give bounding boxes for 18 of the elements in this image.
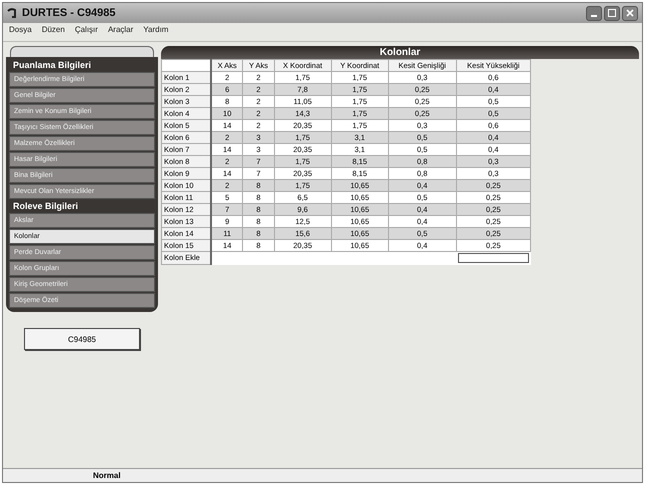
close-button[interactable] bbox=[622, 6, 638, 20]
building-button[interactable]: C94985 bbox=[24, 328, 140, 350]
maximize-button[interactable] bbox=[604, 6, 620, 20]
minimize-button[interactable] bbox=[586, 6, 602, 20]
menu-item[interactable]: Yardım bbox=[143, 25, 168, 39]
group-header: Roleve Bilgileri bbox=[12, 200, 80, 212]
window-title: DURTES - C94985 bbox=[22, 7, 116, 19]
new-cell-field[interactable] bbox=[458, 253, 528, 263]
panel-header: Kolonlar bbox=[161, 46, 639, 59]
maximize-icon bbox=[608, 9, 616, 17]
menu-item[interactable]: Çalışır bbox=[74, 25, 98, 39]
close-icon bbox=[626, 9, 634, 17]
group-header: Puanlama Bilgileri bbox=[12, 59, 92, 71]
status-text: Normal bbox=[93, 471, 121, 480]
menu-item[interactable]: Araçlar bbox=[108, 25, 134, 39]
app-icon bbox=[7, 8, 19, 18]
menu-item[interactable]: Dosya bbox=[9, 25, 32, 39]
menu-item[interactable]: Düzen bbox=[42, 25, 65, 39]
